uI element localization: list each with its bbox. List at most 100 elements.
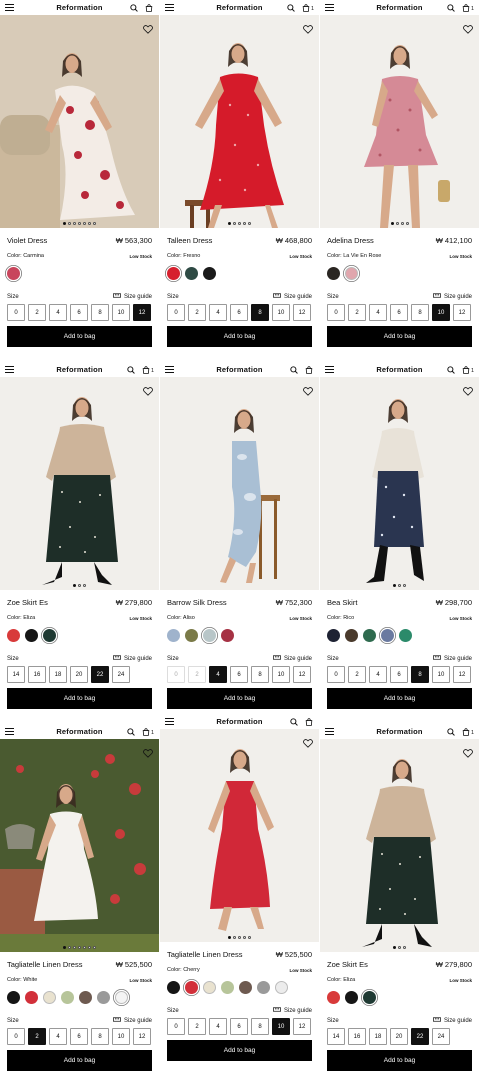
carousel-dot[interactable] xyxy=(83,222,86,225)
size-option[interactable]: 2 xyxy=(28,1028,46,1045)
product-image[interactable] xyxy=(320,739,479,952)
color-swatch[interactable] xyxy=(185,980,198,994)
bag-icon[interactable]: 1 xyxy=(142,727,154,736)
color-swatch[interactable] xyxy=(185,628,198,642)
size-option[interactable]: 12 xyxy=(293,1018,311,1035)
size-guide-link[interactable]: Size guide xyxy=(433,655,472,662)
color-swatch[interactable] xyxy=(221,628,234,642)
carousel-dot[interactable] xyxy=(403,946,406,949)
search-icon[interactable] xyxy=(290,717,298,726)
wishlist-heart-icon[interactable] xyxy=(143,383,153,401)
color-swatch[interactable] xyxy=(363,628,376,642)
color-swatch[interactable] xyxy=(221,980,234,994)
color-swatch[interactable] xyxy=(43,990,56,1004)
bag-icon[interactable]: 1 xyxy=(462,365,474,374)
carousel-dot[interactable] xyxy=(68,946,71,949)
carousel-dot[interactable] xyxy=(403,584,406,587)
color-swatch[interactable] xyxy=(7,990,20,1004)
carousel-dot[interactable] xyxy=(393,584,396,587)
product-name[interactable]: Violet Dress xyxy=(7,236,47,245)
color-swatch[interactable] xyxy=(167,266,180,280)
size-option[interactable]: 4 xyxy=(209,666,227,683)
menu-icon[interactable] xyxy=(5,366,14,373)
product-name[interactable]: Barrow Silk Dress xyxy=(167,598,227,607)
product-image[interactable] xyxy=(320,15,479,228)
size-option[interactable]: 2 xyxy=(348,304,366,321)
carousel-dot[interactable] xyxy=(243,936,246,939)
add-to-bag-button[interactable]: Add to bag xyxy=(7,326,152,347)
bag-icon[interactable] xyxy=(145,3,154,12)
bag-icon[interactable] xyxy=(305,365,314,374)
size-option[interactable]: 12 xyxy=(453,304,471,321)
carousel-dot[interactable] xyxy=(88,946,91,949)
size-option[interactable]: 2 xyxy=(188,304,206,321)
size-option[interactable]: 10 xyxy=(432,666,450,683)
carousel-dot[interactable] xyxy=(398,946,401,949)
size-option[interactable]: 10 xyxy=(112,1028,130,1045)
size-option[interactable]: 6 xyxy=(230,304,248,321)
color-swatch[interactable] xyxy=(275,980,288,994)
carousel-dot[interactable] xyxy=(88,222,91,225)
size-option[interactable]: 12 xyxy=(293,304,311,321)
carousel-dot[interactable] xyxy=(390,222,394,225)
color-swatch[interactable] xyxy=(345,266,358,280)
color-swatch[interactable] xyxy=(345,628,358,642)
product-name[interactable]: Tagliatelle Linen Dress xyxy=(7,960,82,969)
search-icon[interactable] xyxy=(290,365,298,374)
menu-icon[interactable] xyxy=(165,4,174,11)
size-option[interactable]: 6 xyxy=(230,1018,248,1035)
carousel-dot[interactable] xyxy=(63,222,66,225)
color-swatch[interactable] xyxy=(25,990,38,1004)
size-option[interactable]: 6 xyxy=(70,1028,88,1045)
size-option[interactable]: 8 xyxy=(91,304,109,321)
size-option[interactable]: 0 xyxy=(167,666,185,683)
product-image[interactable] xyxy=(0,15,159,228)
carousel-dot[interactable] xyxy=(73,584,76,587)
color-swatch[interactable] xyxy=(257,980,270,994)
product-name[interactable]: Bea Skirt xyxy=(327,598,357,607)
search-icon[interactable] xyxy=(127,365,135,374)
size-option[interactable]: 0 xyxy=(327,304,345,321)
carousel-dot[interactable] xyxy=(93,946,96,949)
wishlist-heart-icon[interactable] xyxy=(303,735,313,753)
add-to-bag-button[interactable]: Add to bag xyxy=(7,688,152,709)
add-to-bag-button[interactable]: Add to bag xyxy=(167,326,312,347)
add-to-bag-button[interactable]: Add to bag xyxy=(327,688,472,709)
product-name[interactable]: Adelina Dress xyxy=(327,236,374,245)
color-swatch[interactable] xyxy=(7,628,20,642)
wishlist-heart-icon[interactable] xyxy=(463,21,473,39)
size-option[interactable]: 10 xyxy=(272,304,290,321)
product-image[interactable] xyxy=(0,377,159,590)
wishlist-heart-icon[interactable] xyxy=(303,21,313,39)
size-option[interactable]: 8 xyxy=(91,1028,109,1045)
size-option[interactable]: 22 xyxy=(411,1028,429,1045)
color-swatch[interactable] xyxy=(327,266,340,280)
size-option[interactable]: 8 xyxy=(251,666,269,683)
carousel-dot[interactable] xyxy=(63,946,66,949)
menu-icon[interactable] xyxy=(325,4,334,11)
size-option[interactable]: 2 xyxy=(188,666,206,683)
carousel-dot[interactable] xyxy=(78,946,81,949)
wishlist-heart-icon[interactable] xyxy=(143,745,153,763)
bag-icon[interactable]: 1 xyxy=(302,3,314,12)
size-option[interactable]: 4 xyxy=(49,1028,67,1045)
product-name[interactable]: Zoe Skirt Es xyxy=(7,598,48,607)
carousel-dot[interactable] xyxy=(248,222,251,225)
add-to-bag-button[interactable]: Add to bag xyxy=(327,326,472,347)
menu-icon[interactable] xyxy=(165,718,174,725)
carousel-dot[interactable] xyxy=(233,222,236,225)
size-option[interactable]: 0 xyxy=(7,1028,25,1045)
size-option[interactable]: 22 xyxy=(91,666,109,683)
wishlist-heart-icon[interactable] xyxy=(463,745,473,763)
wishlist-heart-icon[interactable] xyxy=(463,383,473,401)
carousel-dot[interactable] xyxy=(248,936,251,939)
size-option[interactable]: 10 xyxy=(432,304,450,321)
color-swatch[interactable] xyxy=(79,990,92,1004)
color-swatch[interactable] xyxy=(115,990,128,1004)
wishlist-heart-icon[interactable] xyxy=(303,383,313,401)
size-option[interactable]: 12 xyxy=(133,304,151,321)
menu-icon[interactable] xyxy=(5,728,14,735)
carousel-dot[interactable] xyxy=(78,584,81,587)
carousel-dot[interactable] xyxy=(238,222,241,225)
product-image[interactable] xyxy=(0,739,159,952)
